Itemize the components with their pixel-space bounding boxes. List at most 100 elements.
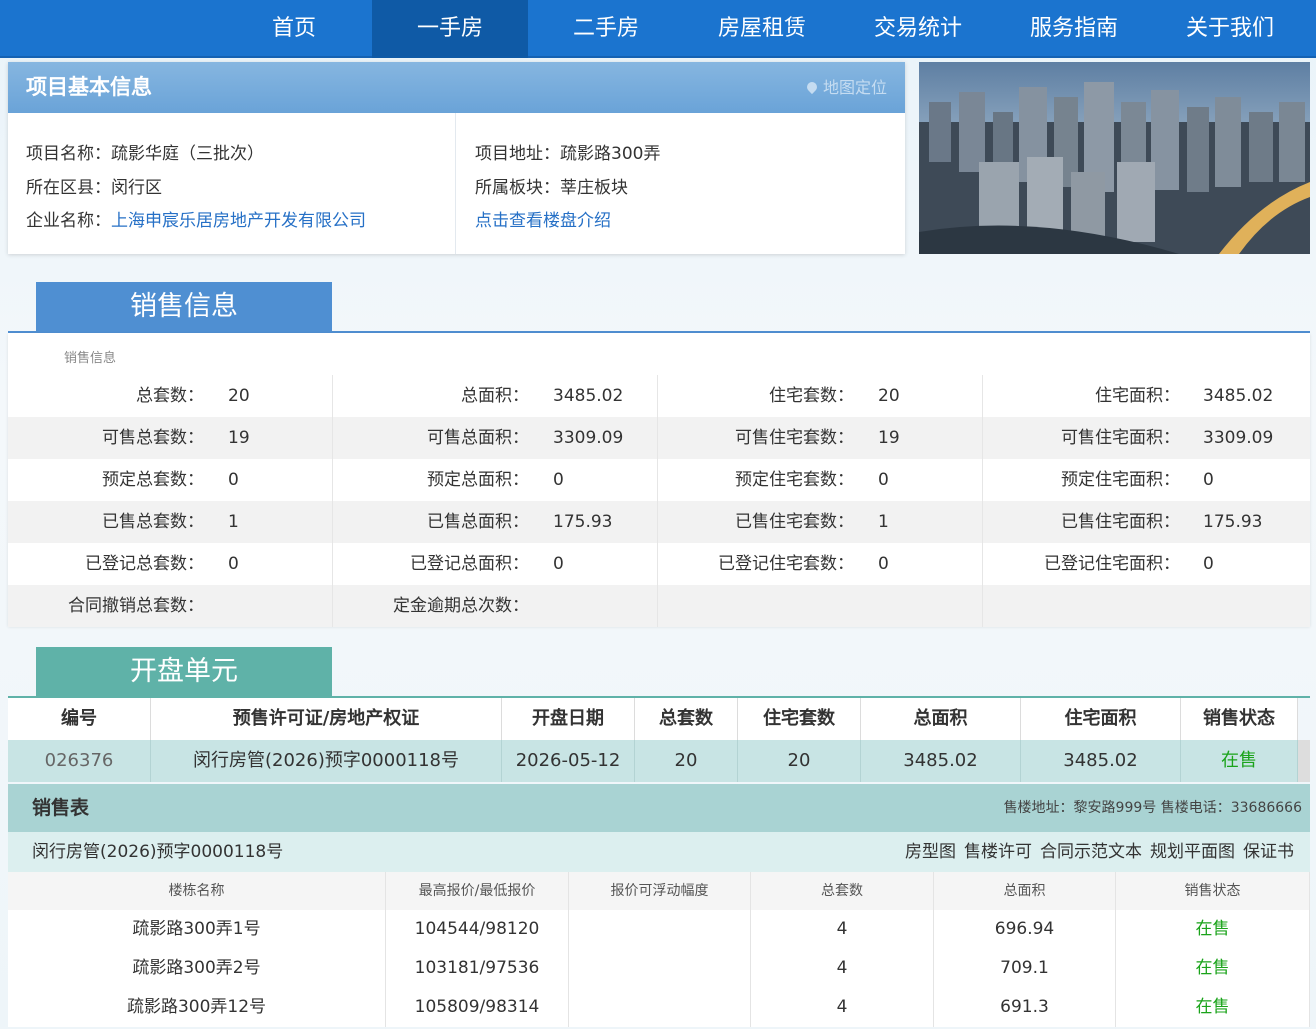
nav-about[interactable]: 关于我们 (1152, 0, 1308, 58)
stat-cell-total: 合同撤销总套数： (8, 585, 333, 627)
stat-cell-res-area: 预定住宅面积： 0 (983, 459, 1308, 501)
total-units: 4 (751, 949, 934, 988)
nav-second-hand[interactable]: 二手房 (528, 0, 684, 58)
col-id-header: 编号 (8, 698, 151, 740)
company-line: 企业名称：上海申宸乐居房地产开发有限公司 (26, 211, 366, 231)
sale-status: 在售 (1116, 949, 1310, 988)
block-line: 所属板块：莘庄板块 (475, 178, 628, 198)
sales-info-table: 销售信息 总套数： 20 总面积： 3485.02 住宅套数： 20 住宅面积： 3485.0… (8, 333, 1310, 627)
district: 闵行区 (111, 178, 162, 198)
district-line: 所在区县：闵行区 (26, 178, 162, 198)
stat-cell-area: 可售总面积： 3309.09 (333, 417, 658, 459)
stat-label: 已售住宅套数： (735, 512, 854, 532)
price-float (569, 949, 751, 988)
total-area: 691.3 (934, 988, 1116, 1027)
company-link[interactable]: 上海申宸乐居房地产开发有限公司 (111, 211, 366, 231)
sale-status-header: 销售状态 (1116, 872, 1310, 910)
price-range: 103181/97536 (386, 949, 569, 988)
building-name[interactable]: 疏影路300弄2号 (8, 949, 386, 988)
block: 莘庄板块 (560, 178, 628, 198)
sales-table-header: 销售表 售楼地址：黎安路999号 售楼电话：33686666 (8, 784, 1310, 832)
col-permit: 闵行房管(2026)预字0000118号 (151, 740, 502, 782)
stat-cell-area: 预定总面积： 0 (333, 459, 658, 501)
stat-label: 可售总套数： (102, 428, 204, 448)
table-row[interactable]: 026376 闵行房管(2026)预字0000118号 2026-05-12 20 20… (8, 740, 1298, 782)
scrollbar[interactable] (1298, 740, 1310, 782)
map-pin-icon (804, 79, 820, 95)
nav-rental[interactable]: 房屋租赁 (684, 0, 840, 58)
stat-row: 已售总套数： 1 已售总面积： 175.93 已售住宅套数： 1 已售住宅面积： 175.93 (8, 501, 1310, 543)
stat-label: 可售住宅面积： (1061, 428, 1180, 448)
address: 疏影路300弄 (560, 144, 661, 164)
info-divider (455, 113, 456, 254)
sales-permit-link[interactable]: 售楼许可 (964, 842, 1032, 862)
map-locate-link[interactable]: 地图定位 (804, 62, 887, 113)
stat-value: 0 (878, 554, 889, 574)
col-total-area-header: 总面积 (861, 698, 1021, 740)
col-res-units-header: 住宅套数 (738, 698, 861, 740)
stat-value: 19 (878, 428, 900, 448)
stat-value: 175.93 (1203, 512, 1263, 532)
col-id: 026376 (8, 740, 151, 782)
project-photo (919, 62, 1310, 254)
stat-label: 已登记住宅套数： (718, 554, 854, 574)
table-row[interactable]: 疏影路300弄2号 103181/97536 4 709.1 在售 (8, 949, 1310, 988)
total-area: 696.94 (934, 910, 1116, 949)
sale-status: 在售 (1116, 910, 1310, 949)
building-table-header: 楼栋名称 最高报价/最低报价 报价可浮动幅度 总套数 总面积 销售状态 (8, 872, 1310, 910)
stat-cell-res-area (983, 585, 1308, 627)
stat-label: 已售住宅面积： (1061, 512, 1180, 532)
stat-cell-res-units: 预定住宅套数： 0 (658, 459, 983, 501)
total-units: 4 (751, 910, 934, 949)
stat-cell-area: 定金逾期总次数： (333, 585, 658, 627)
stat-value: 3309.09 (553, 428, 624, 448)
col-permit-header: 预售许可证/房地产权证 (151, 698, 502, 740)
building-name[interactable]: 疏影路300弄12号 (8, 988, 386, 1027)
stat-value: 0 (878, 470, 889, 490)
stat-cell-total: 已售总套数： 1 (8, 501, 333, 543)
stat-cell-res-units (658, 585, 983, 627)
nav-new-house[interactable]: 一手房 (372, 0, 528, 58)
stat-cell-res-area: 可售住宅面积： 3309.09 (983, 417, 1308, 459)
open-units-header-row: 编号 预售许可证/房地产权证 开盘日期 总套数 住宅套数 总面积 住宅面积 销售状态 (8, 698, 1298, 740)
stat-value: 0 (1203, 470, 1214, 490)
sales-table-subheader: 闵行房管(2026)预字0000118号 房型图 售楼许可 合同示范文本 规划平面图保… (8, 832, 1310, 872)
nav-guide[interactable]: 服务指南 (996, 0, 1152, 58)
stat-label: 可售总面积： (427, 428, 529, 448)
col-open-date: 2026-05-12 (502, 740, 635, 782)
project-info-panel: 项目基本信息 地图定位 项目名称：疏影华庭（三批次） 所在区县：闵行区 企业名称… (8, 62, 905, 254)
stat-label: 可售住宅套数： (735, 428, 854, 448)
stat-value: 1 (228, 512, 239, 532)
stat-label: 预定住宅套数： (735, 470, 854, 490)
stat-cell-total: 总套数： 20 (8, 375, 333, 417)
col-res-area: 3485.02 (1021, 740, 1181, 782)
document-links: 房型图 售楼许可 合同示范文本 规划平面图 保证书 (897, 832, 1294, 872)
building-name[interactable]: 疏影路300弄1号 (8, 910, 386, 949)
site-plan-link[interactable]: 规划平面图 (1150, 842, 1235, 862)
nav-statistics[interactable]: 交易统计 (840, 0, 996, 58)
tab-sales-info[interactable]: 销售信息 (36, 282, 332, 332)
stat-label: 已售总面积： (427, 512, 529, 532)
building-name-header: 楼栋名称 (8, 872, 386, 910)
stat-value: 20 (878, 386, 900, 406)
contract-template-link[interactable]: 合同示范文本 (1040, 842, 1142, 862)
col-res-units: 20 (738, 740, 861, 782)
stat-value: 0 (1203, 554, 1214, 574)
stat-row: 预定总套数： 0 预定总面积： 0 预定住宅套数： 0 预定住宅面积： 0 (8, 459, 1310, 501)
nav-home[interactable]: 首页 (216, 0, 372, 58)
stat-value: 3485.02 (553, 386, 624, 406)
guarantee-link[interactable]: 保证书 (1243, 842, 1294, 862)
stat-row: 合同撤销总套数： 定金逾期总次数： (8, 585, 1310, 627)
total-area: 709.1 (934, 949, 1116, 988)
price-range: 104544/98120 (386, 910, 569, 949)
floor-plan-link[interactable]: 房型图 (905, 842, 956, 862)
stat-cell-res-units: 住宅套数： 20 (658, 375, 983, 417)
tab-open-units[interactable]: 开盘单元 (36, 647, 332, 697)
stat-cell-area: 已登记总面积： 0 (333, 543, 658, 585)
sales-contact: 售楼地址：黎安路999号 售楼电话：33686666 (1003, 800, 1302, 816)
project-info-title: 项目基本信息 (26, 75, 152, 99)
table-row[interactable]: 疏影路300弄12号 105809/98314 4 691.3 在售 (8, 988, 1310, 1027)
intro-link[interactable]: 点击查看楼盘介绍 (475, 211, 611, 231)
table-row[interactable]: 疏影路300弄1号 104544/98120 4 696.94 在售 (8, 910, 1310, 949)
stat-cell-res-units: 可售住宅套数： 19 (658, 417, 983, 459)
